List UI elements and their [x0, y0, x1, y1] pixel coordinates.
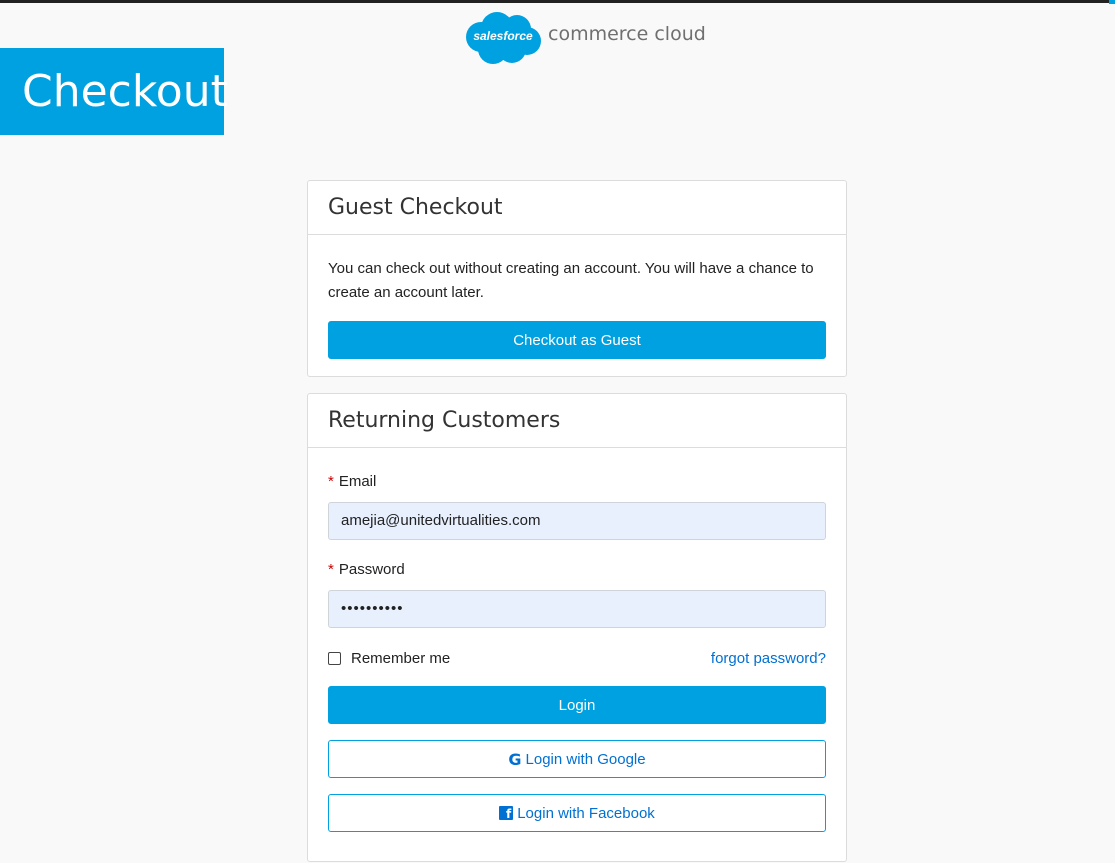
- login-button[interactable]: Login: [328, 686, 826, 724]
- login-with-google-label: Login with Google: [525, 750, 646, 768]
- required-marker: *: [328, 561, 334, 578]
- forgot-password-link[interactable]: forgot password?: [711, 650, 826, 667]
- password-field[interactable]: ••••••••••: [328, 590, 826, 628]
- google-icon: G: [508, 749, 522, 769]
- login-with-google-button[interactable]: G Login with Google: [328, 740, 826, 778]
- email-label: * Email: [328, 448, 826, 492]
- checkout-as-guest-button[interactable]: Checkout as Guest: [328, 321, 826, 359]
- guest-checkout-description: You can check out without creating an ac…: [328, 260, 814, 301]
- logo-product-text: commerce cloud: [548, 23, 706, 45]
- required-marker: *: [328, 473, 334, 490]
- remember-me-label[interactable]: Remember me: [351, 650, 450, 667]
- remember-row: Remember me forgot password?: [328, 648, 826, 668]
- facebook-icon: f: [499, 806, 514, 820]
- email-field[interactable]: amejia@unitedvirtualities.com: [328, 502, 826, 540]
- salesforce-cloud-icon: salesforce: [463, 11, 543, 67]
- top-border: [0, 0, 1115, 3]
- page-title: Checkout: [0, 48, 228, 135]
- remember-me-checkbox[interactable]: [328, 651, 341, 665]
- top-border-accent: [1109, 0, 1115, 4]
- returning-customers-heading: Returning Customers: [308, 394, 846, 448]
- password-label: * Password: [328, 560, 826, 580]
- guest-checkout-card: Guest Checkout You can check out without…: [307, 180, 847, 377]
- login-with-facebook-button[interactable]: f Login with Facebook: [328, 794, 826, 832]
- remember-me-control[interactable]: Remember me: [328, 650, 450, 667]
- salesforce-commerce-cloud-logo[interactable]: salesforce commerce cloud: [463, 11, 706, 67]
- login-with-facebook-label: Login with Facebook: [517, 804, 655, 822]
- email-label-text: Email: [338, 473, 377, 490]
- returning-customers-card: Returning Customers * Email amejia@united…: [307, 393, 847, 862]
- logo-cloud-text: salesforce: [473, 29, 533, 43]
- guest-checkout-heading: Guest Checkout: [308, 181, 846, 235]
- password-label-text: Password: [338, 561, 405, 578]
